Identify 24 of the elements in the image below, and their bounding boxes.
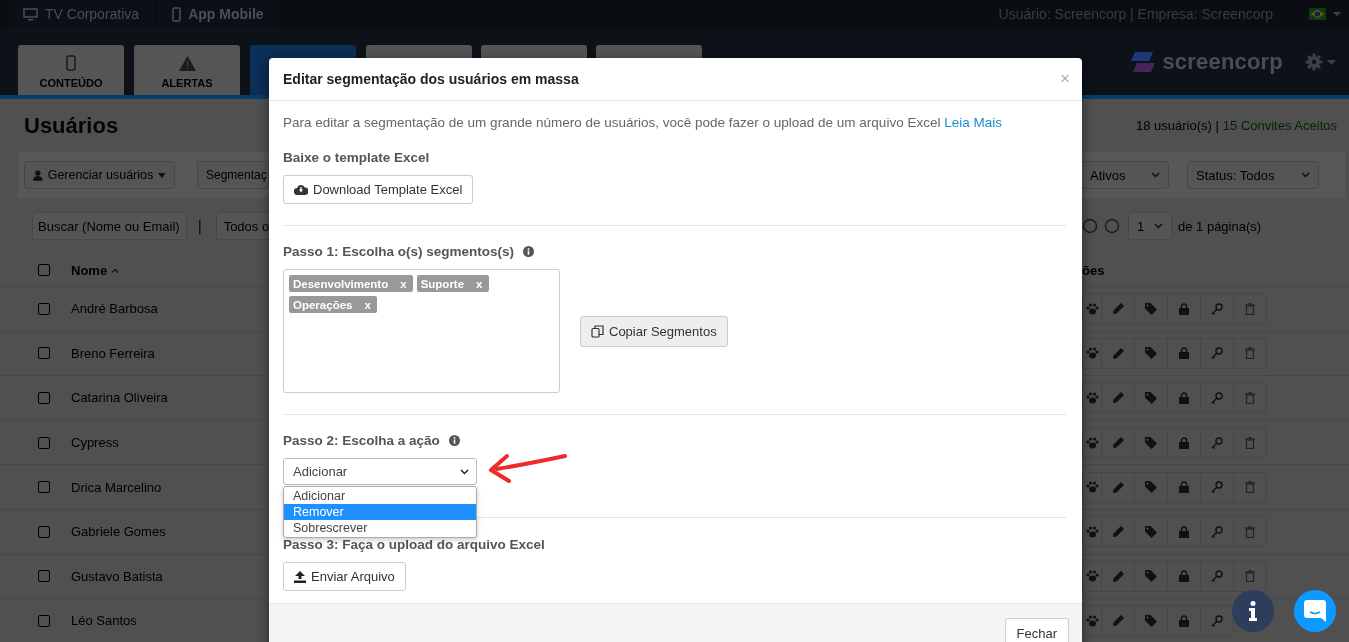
tag-label: Desenvolvimento bbox=[293, 277, 389, 290]
column-header: ões bbox=[1082, 262, 1105, 278]
user-name: Catarina Oliveira bbox=[71, 390, 168, 406]
intro-text: Para editar a segmentação de um grande número de usuários, você pode fazer o upload de um arquivo Excel bbox=[283, 115, 941, 130]
user-name: Cypress bbox=[71, 435, 119, 451]
page-title: Usuários bbox=[24, 112, 119, 139]
user-count: 18 usuário(s) | bbox=[1135, 118, 1219, 133]
tag-label: Suporte bbox=[420, 277, 465, 290]
tag-label: Operações bbox=[293, 298, 353, 311]
user-name: Gustavo Batista bbox=[71, 568, 163, 584]
step-label: Passo 3: Faça o upload do arquivo Excel bbox=[283, 537, 545, 552]
user-name: Léo Santos bbox=[71, 613, 137, 629]
separator: | bbox=[198, 218, 202, 234]
logo: screencorp bbox=[1129, 48, 1283, 75]
section-heading: Baixe o template Excel bbox=[283, 150, 430, 165]
user-name: Breno Ferreira bbox=[71, 345, 155, 361]
step-label: Passo 1: Escolha o(s) segmentos(s) bbox=[283, 244, 515, 259]
step-label: Passo 2: Escolha a ação bbox=[283, 433, 440, 448]
user-name: André Barbosa bbox=[71, 301, 158, 317]
user-name: Gabriele Gomes bbox=[71, 524, 166, 540]
page-count: de 1 página(s) bbox=[1178, 218, 1262, 234]
invites-accepted: 15 Convites Aceitos bbox=[1222, 118, 1337, 133]
modal-title: Editar segmentação dos usuários em massa bbox=[283, 71, 579, 87]
user-name: Drica Marcelino bbox=[71, 479, 162, 495]
